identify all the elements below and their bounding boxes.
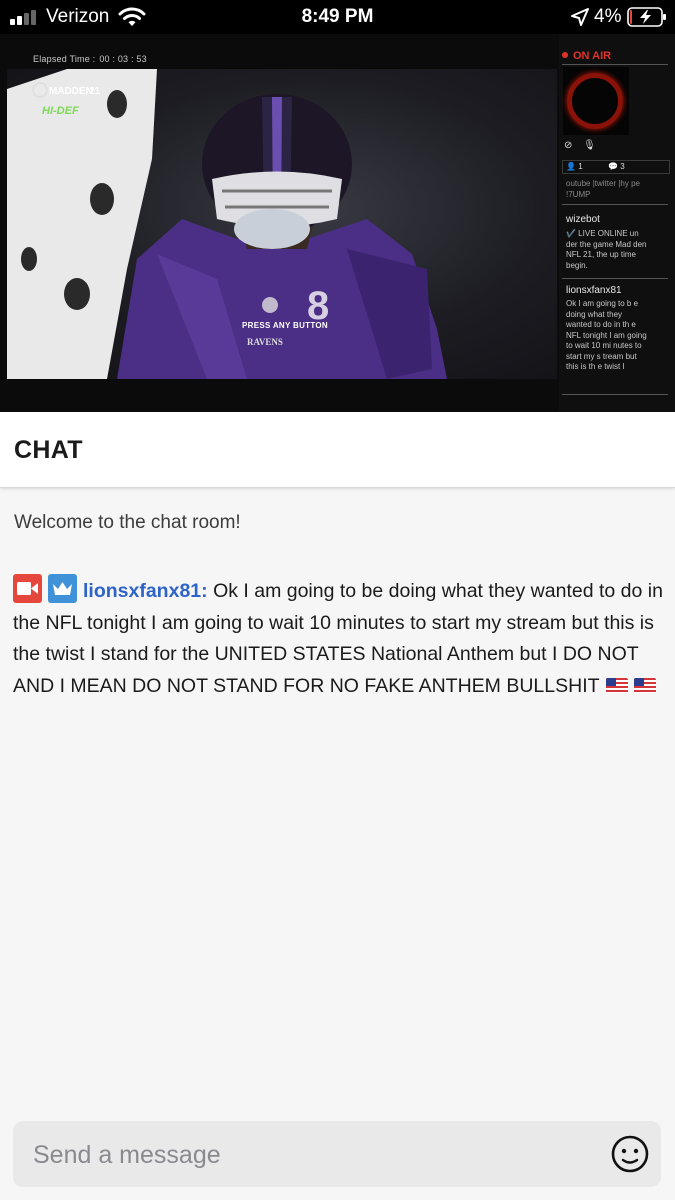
viewers-count: 👤 1	[566, 162, 583, 171]
battery-level-fill	[630, 10, 632, 24]
crown-icon	[48, 574, 77, 603]
side-chat-text: ✔️ LIVE ONLINE un der the game Mad den N…	[566, 229, 647, 270]
divider	[562, 204, 668, 205]
svg-text:HI-DEF: HI-DEF	[42, 105, 79, 117]
emoji-icon[interactable]	[610, 1134, 650, 1174]
game-video-frame[interactable]: 8 MADDEN 21 HI-DEF RAVENS PRESS ANY BUTT…	[7, 69, 557, 379]
game-scene-image: 8 MADDEN 21 HI-DEF RAVENS	[7, 69, 447, 379]
elapsed-time: Elapsed Time :00 : 03 : 53	[33, 54, 147, 64]
live-dot-icon	[562, 52, 568, 58]
comments-count: 💬 3	[608, 162, 625, 171]
battery-charging-icon	[627, 7, 666, 27]
side-chat-text: Ok I am going to b e doing what they wan…	[566, 299, 647, 371]
chat-message: lionsxfanx81: Ok I am going to be doing …	[13, 574, 663, 702]
on-air-label: ON AIR	[573, 50, 612, 62]
elapsed-time-label: Elapsed Time :	[33, 54, 96, 64]
message-input[interactable]	[31, 1133, 595, 1177]
viewer-stats: 👤 1 💬 3	[562, 160, 670, 174]
message-username[interactable]: lionsxfanx81:	[83, 580, 208, 602]
location-arrow-icon	[571, 8, 589, 26]
chat-title: CHAT	[14, 436, 83, 464]
webcam-thumbnail	[563, 67, 629, 135]
camera-off-icon[interactable]: ⊘	[564, 140, 572, 151]
us-flag-icon	[605, 677, 628, 693]
chat-header: CHAT	[0, 412, 675, 488]
microphone-icon[interactable]: 🎙	[583, 140, 596, 151]
divider	[562, 64, 668, 65]
svg-text:21: 21	[89, 86, 101, 97]
side-chat-username: lionsxfanx81	[566, 285, 622, 296]
side-chat-text: outube |twitter |hy pe !7UMP	[566, 179, 640, 199]
live-stream-view[interactable]: Elapsed Time :00 : 03 : 53 8 MADDEN 21 H…	[0, 34, 675, 412]
side-chat-username: wizebot	[566, 214, 600, 225]
elapsed-time-value: 00 : 03 : 53	[99, 54, 147, 64]
on-air-indicator: ON AIR	[562, 50, 611, 62]
welcome-message: Welcome to the chat room!	[14, 512, 241, 533]
battery-percent: 4%	[594, 6, 622, 27]
video-camera-icon	[13, 574, 42, 603]
us-flag-icon	[633, 677, 656, 693]
message-composer	[13, 1121, 661, 1187]
divider	[562, 394, 668, 395]
media-controls: ⊘ 🎙	[564, 140, 596, 151]
divider	[562, 278, 668, 279]
svg-text:MADDEN: MADDEN	[49, 86, 93, 97]
svg-text:RAVENS: RAVENS	[247, 337, 283, 347]
stream-side-panel: ON AIR ⊘ 🎙 👤 1 💬 3 outube |twitter |hy p…	[559, 34, 675, 412]
status-bar: Verizon 8:49 PM 4%	[0, 0, 675, 34]
press-any-button-prompt: PRESS ANY BUTTON	[242, 321, 328, 330]
